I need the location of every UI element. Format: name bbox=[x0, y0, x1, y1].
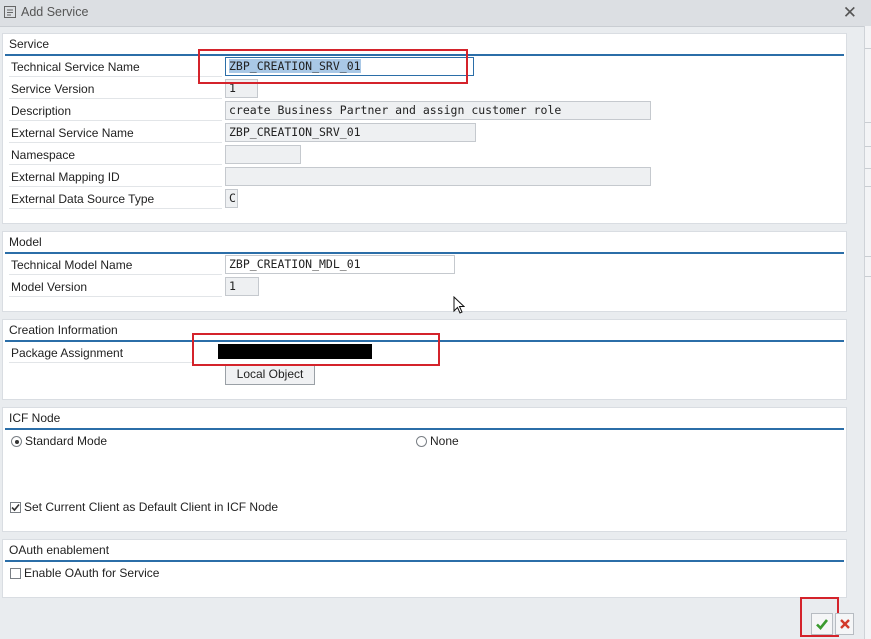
external-data-source-type-field[interactable]: C bbox=[225, 189, 238, 208]
description-label: Description bbox=[9, 102, 222, 121]
red-x-icon bbox=[839, 619, 850, 629]
oauth-title: OAuth enablement bbox=[9, 543, 110, 557]
default-client-checkbox[interactable] bbox=[10, 502, 21, 513]
model-version-field[interactable]: 1 bbox=[225, 277, 259, 296]
mouse-cursor-icon bbox=[453, 296, 465, 314]
icf-node-group: ICF Node Standard Mode None Set Current … bbox=[2, 407, 847, 532]
confirm-button[interactable] bbox=[811, 613, 833, 635]
green-check-icon bbox=[816, 619, 829, 630]
default-client-label: Set Current Client as Default Client in … bbox=[24, 500, 279, 514]
standard-mode-label: Standard Mode bbox=[25, 434, 108, 448]
technical-service-name-label: Technical Service Name bbox=[9, 58, 222, 77]
oauth-divider bbox=[5, 560, 844, 562]
model-group: Model Technical Model Name ZBP_CREATION_… bbox=[2, 231, 847, 312]
oauth-group: OAuth enablement Enable OAuth for Servic… bbox=[2, 539, 847, 598]
title-bar: Add Service ✕ bbox=[0, 0, 871, 27]
background-window-edge bbox=[864, 26, 871, 639]
window-icon bbox=[4, 6, 16, 18]
close-icon[interactable]: ✕ bbox=[843, 3, 857, 23]
service-version-label: Service Version bbox=[9, 80, 222, 99]
technical-model-name-label: Technical Model Name bbox=[9, 256, 222, 275]
enable-oauth-label: Enable OAuth for Service bbox=[24, 566, 160, 580]
checkmark-icon bbox=[11, 503, 20, 512]
local-object-button[interactable]: Local Object bbox=[225, 364, 315, 385]
namespace-label: Namespace bbox=[9, 146, 222, 165]
external-mapping-id-label: External Mapping ID bbox=[9, 168, 222, 187]
icf-node-title: ICF Node bbox=[9, 411, 61, 425]
technical-model-name-field[interactable]: ZBP_CREATION_MDL_01 bbox=[225, 255, 455, 274]
standard-mode-radio[interactable] bbox=[11, 436, 22, 447]
external-service-name-label: External Service Name bbox=[9, 124, 222, 143]
description-field[interactable]: create Business Partner and assign custo… bbox=[225, 101, 651, 120]
none-label: None bbox=[430, 434, 459, 448]
model-group-divider bbox=[5, 252, 844, 254]
highlight-package-assignment bbox=[192, 333, 440, 366]
highlight-technical-service-name bbox=[198, 49, 468, 84]
model-group-title: Model bbox=[9, 235, 42, 249]
model-version-label: Model Version bbox=[9, 278, 222, 297]
service-group-title: Service bbox=[9, 37, 50, 51]
window-title: Add Service bbox=[21, 5, 89, 19]
external-service-name-field[interactable]: ZBP_CREATION_SRV_01 bbox=[225, 123, 476, 142]
icf-node-divider bbox=[5, 428, 844, 430]
external-data-source-type-label: External Data Source Type bbox=[9, 190, 222, 209]
enable-oauth-checkbox[interactable] bbox=[10, 568, 21, 579]
none-radio[interactable] bbox=[416, 436, 427, 447]
external-mapping-id-field[interactable] bbox=[225, 167, 651, 186]
cancel-button[interactable] bbox=[835, 613, 854, 635]
package-assignment-label: Package Assignment bbox=[9, 344, 194, 363]
namespace-field[interactable] bbox=[225, 145, 301, 164]
creation-information-title: Creation Information bbox=[9, 323, 118, 337]
